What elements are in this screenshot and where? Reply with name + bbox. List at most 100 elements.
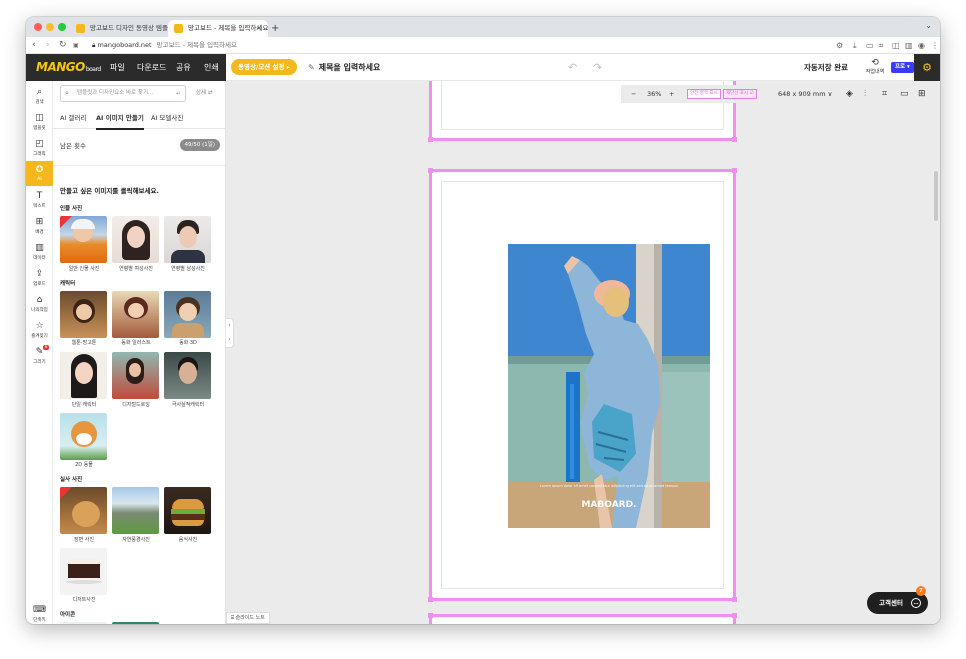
- menu-share[interactable]: 공유: [176, 54, 191, 81]
- menu-print[interactable]: 인쇄: [204, 54, 219, 81]
- rail-item-draw[interactable]: ✎ 그리기 N: [26, 343, 53, 368]
- more-icon[interactable]: ⋮: [931, 38, 939, 53]
- checkbox-icon: ☑: [749, 91, 754, 96]
- zoom-in-button[interactable]: +: [669, 85, 674, 103]
- pro-plan-button[interactable]: 프로 ▾: [891, 62, 914, 73]
- panel-collapse-toggle[interactable]: ‹ ›: [226, 318, 234, 348]
- page-size-select[interactable]: 648 x 909 mm ∨: [778, 85, 832, 103]
- tile-women-by-age[interactable]: [112, 216, 159, 263]
- tab-list-icon[interactable]: ⌄: [925, 21, 932, 30]
- corner-handle[interactable]: [732, 613, 737, 618]
- tile-scene-photo[interactable]: [60, 487, 107, 534]
- browser-tab-1[interactable]: 망고보드 디자인 동영상 템플릿: [70, 20, 174, 37]
- tile-label: 극사실적캐릭터: [171, 402, 205, 408]
- new-tab-button[interactable]: +: [271, 20, 279, 37]
- notification-badge: 7: [916, 586, 926, 596]
- reload-icon[interactable]: ↻: [59, 38, 67, 53]
- fashion-photo-element[interactable]: Lorem ipsum dolor sit amet consectetur a…: [508, 244, 710, 528]
- rail-item-shortcuts[interactable]: ⌨ 단축키: [26, 601, 53, 624]
- tile-single-character[interactable]: [60, 352, 107, 399]
- redo-icon[interactable]: ↷: [593, 54, 602, 81]
- puzzle-icon[interactable]: ◫: [892, 38, 900, 53]
- tile-nature-photo[interactable]: [112, 487, 159, 534]
- forward-icon[interactable]: ›: [46, 38, 50, 53]
- rail-item-background[interactable]: ⊞ 배경: [26, 213, 53, 238]
- corner-handle[interactable]: [428, 168, 433, 173]
- rail-item-data[interactable]: ▥ 데이터: [26, 239, 53, 264]
- tile-realistic-character[interactable]: [164, 352, 211, 399]
- page-view-icon[interactable]: ▭: [900, 85, 909, 103]
- close-window-button[interactable]: [34, 23, 42, 31]
- template-search-input[interactable]: ⌕ 템플릿과 디자인요소 바로 찾기... ↵: [60, 85, 186, 102]
- rail-item-graphic[interactable]: ◰ 그래픽: [26, 135, 53, 160]
- corner-handle[interactable]: [732, 168, 737, 173]
- history-button[interactable]: ⟲ 작업내역: [864, 58, 886, 75]
- sidebar-icon[interactable]: ▥: [905, 38, 913, 53]
- close-tab-icon[interactable]: ×: [256, 20, 262, 37]
- tab-ai-image-create[interactable]: AI 이미지 만들기: [96, 109, 144, 130]
- cast-icon[interactable]: ▭: [866, 38, 874, 53]
- rail-item-label: 그리기: [33, 360, 46, 365]
- settings-gear-icon[interactable]: ⚙: [914, 54, 940, 81]
- customer-center-button[interactable]: 고객센터 … 7: [867, 586, 928, 614]
- zoom-level[interactable]: 36%: [647, 85, 661, 103]
- corner-handle[interactable]: [732, 137, 737, 142]
- tile-food-photo[interactable]: [164, 487, 211, 534]
- tile-fairytale-3d[interactable]: [164, 291, 211, 338]
- minimize-window-button[interactable]: [46, 23, 54, 31]
- rail-item-label: AI: [37, 177, 42, 182]
- back-icon[interactable]: ‹: [32, 38, 36, 53]
- corner-handle[interactable]: [428, 613, 433, 618]
- tab-ai-gallery[interactable]: AI 갤러리: [60, 109, 86, 128]
- corner-handle[interactable]: [732, 597, 737, 602]
- tile-icon-1[interactable]: [60, 622, 107, 624]
- url-field[interactable]: 🔒︎ mangoboard.net 망고보드 - 제목을 입력하세요: [92, 39, 237, 52]
- next-page[interactable]: [428, 613, 737, 624]
- rail-item-template[interactable]: ◫ 템플릿: [26, 109, 53, 134]
- browser-tab-2[interactable]: 망고보드 - 제목을 입력하세요 ×: [168, 20, 268, 37]
- camera-icon[interactable]: ⌗: [879, 38, 884, 53]
- safe-area-toggle[interactable]: 안전 영역 표시: [687, 89, 721, 99]
- document-title-input[interactable]: ✎ 제목을 입력하세요: [308, 54, 380, 81]
- menu-file[interactable]: 파일: [110, 54, 125, 81]
- tile-label: 일반 인물 사진: [68, 266, 100, 272]
- rail-item-upload[interactable]: ⇪ 업로드: [26, 265, 53, 290]
- graphic-icon: ◰: [35, 139, 44, 149]
- tab-ai-model-photo[interactable]: AI 모델사진: [151, 109, 183, 128]
- rail-item-text[interactable]: T 텍스트: [26, 187, 53, 212]
- rail-item-my-work[interactable]: ⌂ 나의작업: [26, 291, 53, 316]
- rail-item-ai[interactable]: ✪ AI: [26, 161, 53, 186]
- tile-men-by-age[interactable]: [164, 216, 211, 263]
- slide-note-button[interactable]: ⌸ 슬라이드 노트: [226, 612, 270, 624]
- menu-download[interactable]: 다운로드: [137, 54, 166, 81]
- download-icon[interactable]: ⤓: [853, 38, 857, 53]
- video-motion-settings-button[interactable]: 동영상/모션 설정 ▸: [231, 59, 298, 75]
- rail-item-search[interactable]: ⌕ 검색: [26, 83, 53, 108]
- resize-icon[interactable]: ⌗: [882, 85, 887, 103]
- history-icon: ⟲: [871, 58, 879, 68]
- design-canvas[interactable]: − 36% + 안전 영역 표시 재단선 표시 ☑ 648 x 909 mm ∨…: [226, 81, 940, 624]
- tile-general-person[interactable]: [60, 216, 107, 263]
- extension-icon[interactable]: ⚙: [836, 38, 843, 53]
- vertical-scrollbar[interactable]: [934, 171, 938, 221]
- maximize-window-button[interactable]: [58, 23, 66, 31]
- undo-icon[interactable]: ↶: [568, 54, 577, 81]
- profile-icon[interactable]: ◉: [918, 38, 925, 53]
- tile-dessert-photo[interactable]: [60, 548, 107, 595]
- reader-icon[interactable]: ▣: [73, 38, 79, 53]
- zoom-out-button[interactable]: −: [631, 85, 636, 103]
- detail-search-link[interactable]: 상세 ⇄: [196, 86, 212, 100]
- tile-fairytale-illustration[interactable]: [112, 291, 159, 338]
- mangoboard-logo[interactable]: MANGOboard: [36, 60, 101, 74]
- corner-handle[interactable]: [428, 597, 433, 602]
- corner-handle[interactable]: [428, 137, 433, 142]
- layers-icon[interactable]: ◈: [846, 85, 853, 103]
- rail-item-favorites[interactable]: ☆ 즐겨찾기: [26, 317, 53, 342]
- bleed-line-toggle[interactable]: 재단선 표시 ☑: [723, 89, 757, 99]
- align-icon[interactable]: ⫶: [864, 85, 866, 103]
- tile-2d-animal[interactable]: [60, 413, 107, 460]
- tile-webtoon[interactable]: [60, 291, 107, 338]
- tile-icon-2[interactable]: [112, 622, 159, 624]
- grid-view-icon[interactable]: ⊞: [918, 85, 926, 103]
- tile-digital-drawing[interactable]: [112, 352, 159, 399]
